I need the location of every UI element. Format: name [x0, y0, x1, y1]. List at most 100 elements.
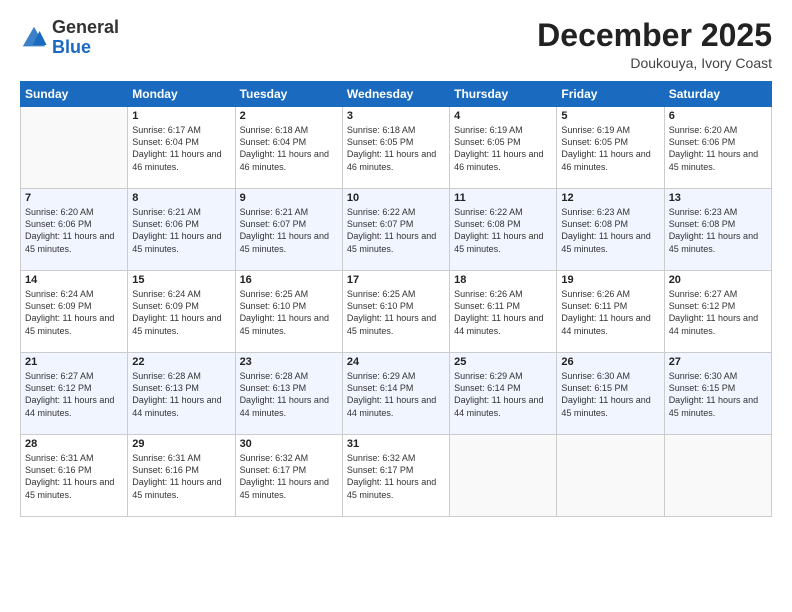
- table-cell: 23 Sunrise: 6:28 AM Sunset: 6:13 PM Dayli…: [235, 353, 342, 435]
- table-cell: 5 Sunrise: 6:19 AM Sunset: 6:05 PM Daylig…: [557, 107, 664, 189]
- cell-info: Sunrise: 6:29 AM Sunset: 6:14 PM Dayligh…: [347, 370, 445, 419]
- day-number: 31: [347, 438, 445, 450]
- page: General Blue December 2025 Doukouya, Ivo…: [0, 0, 792, 612]
- day-number: 2: [240, 110, 338, 122]
- cell-info: Sunrise: 6:32 AM Sunset: 6:17 PM Dayligh…: [240, 452, 338, 501]
- day-number: 9: [240, 192, 338, 204]
- cell-info: Sunrise: 6:18 AM Sunset: 6:05 PM Dayligh…: [347, 124, 445, 173]
- col-tuesday: Tuesday: [235, 82, 342, 107]
- cell-info: Sunrise: 6:22 AM Sunset: 6:08 PM Dayligh…: [454, 206, 552, 255]
- day-number: 25: [454, 356, 552, 368]
- col-friday: Friday: [557, 82, 664, 107]
- day-number: 14: [25, 274, 123, 286]
- calendar-row: 7 Sunrise: 6:20 AM Sunset: 6:06 PM Daylig…: [21, 189, 772, 271]
- cell-info: Sunrise: 6:26 AM Sunset: 6:11 PM Dayligh…: [454, 288, 552, 337]
- logo-icon: [20, 24, 48, 52]
- table-cell: 28 Sunrise: 6:31 AM Sunset: 6:16 PM Dayli…: [21, 435, 128, 517]
- cell-info: Sunrise: 6:19 AM Sunset: 6:05 PM Dayligh…: [454, 124, 552, 173]
- table-cell: 22 Sunrise: 6:28 AM Sunset: 6:13 PM Dayli…: [128, 353, 235, 435]
- table-cell: 6 Sunrise: 6:20 AM Sunset: 6:06 PM Daylig…: [664, 107, 771, 189]
- day-number: 7: [25, 192, 123, 204]
- cell-info: Sunrise: 6:20 AM Sunset: 6:06 PM Dayligh…: [669, 124, 767, 173]
- header-row: Sunday Monday Tuesday Wednesday Thursday…: [21, 82, 772, 107]
- cell-info: Sunrise: 6:20 AM Sunset: 6:06 PM Dayligh…: [25, 206, 123, 255]
- table-cell: 15 Sunrise: 6:24 AM Sunset: 6:09 PM Dayli…: [128, 271, 235, 353]
- table-cell: 31 Sunrise: 6:32 AM Sunset: 6:17 PM Dayli…: [342, 435, 449, 517]
- table-cell: 27Sunrise: 6:30 AM Sunset: 6:15 PM Dayli…: [664, 353, 771, 435]
- day-number: 12: [561, 192, 659, 204]
- cell-info: Sunrise: 6:27 AM Sunset: 6:12 PM Dayligh…: [669, 288, 767, 337]
- cell-info: Sunrise: 6:24 AM Sunset: 6:09 PM Dayligh…: [132, 288, 230, 337]
- day-number: 11: [454, 192, 552, 204]
- day-number: 27: [669, 356, 767, 368]
- cell-info: Sunrise: 6:21 AM Sunset: 6:06 PM Dayligh…: [132, 206, 230, 255]
- day-number: 1: [132, 110, 230, 122]
- cell-info: Sunrise: 6:25 AM Sunset: 6:10 PM Dayligh…: [240, 288, 338, 337]
- day-number: 30: [240, 438, 338, 450]
- cell-info: Sunrise: 6:21 AM Sunset: 6:07 PM Dayligh…: [240, 206, 338, 255]
- table-cell: 20Sunrise: 6:27 AM Sunset: 6:12 PM Dayli…: [664, 271, 771, 353]
- cell-info: Sunrise: 6:19 AM Sunset: 6:05 PM Dayligh…: [561, 124, 659, 173]
- cell-info: Sunrise: 6:23 AM Sunset: 6:08 PM Dayligh…: [669, 206, 767, 255]
- col-wednesday: Wednesday: [342, 82, 449, 107]
- cell-info: Sunrise: 6:23 AM Sunset: 6:08 PM Dayligh…: [561, 206, 659, 255]
- day-number: 26: [561, 356, 659, 368]
- cell-info: Sunrise: 6:31 AM Sunset: 6:16 PM Dayligh…: [132, 452, 230, 501]
- table-cell: 30 Sunrise: 6:32 AM Sunset: 6:17 PM Dayli…: [235, 435, 342, 517]
- cell-info: Sunrise: 6:32 AM Sunset: 6:17 PM Dayligh…: [347, 452, 445, 501]
- day-number: 3: [347, 110, 445, 122]
- day-number: 4: [454, 110, 552, 122]
- title-block: December 2025 Doukouya, Ivory Coast: [537, 18, 772, 71]
- cell-info: Sunrise: 6:30 AM Sunset: 6:15 PM Dayligh…: [561, 370, 659, 419]
- month-title: December 2025: [537, 18, 772, 53]
- cell-info: Sunrise: 6:28 AM Sunset: 6:13 PM Dayligh…: [132, 370, 230, 419]
- location: Doukouya, Ivory Coast: [537, 55, 772, 71]
- day-number: 28: [25, 438, 123, 450]
- cell-info: Sunrise: 6:24 AM Sunset: 6:09 PM Dayligh…: [25, 288, 123, 337]
- day-number: 6: [669, 110, 767, 122]
- cell-info: Sunrise: 6:28 AM Sunset: 6:13 PM Dayligh…: [240, 370, 338, 419]
- cell-info: Sunrise: 6:22 AM Sunset: 6:07 PM Dayligh…: [347, 206, 445, 255]
- table-cell: 29 Sunrise: 6:31 AM Sunset: 6:16 PM Dayli…: [128, 435, 235, 517]
- cell-info: Sunrise: 6:31 AM Sunset: 6:16 PM Dayligh…: [25, 452, 123, 501]
- cell-info: Sunrise: 6:18 AM Sunset: 6:04 PM Dayligh…: [240, 124, 338, 173]
- table-cell: 14 Sunrise: 6:24 AM Sunset: 6:09 PM Dayli…: [21, 271, 128, 353]
- table-cell: 7 Sunrise: 6:20 AM Sunset: 6:06 PM Daylig…: [21, 189, 128, 271]
- calendar-row: 14 Sunrise: 6:24 AM Sunset: 6:09 PM Dayli…: [21, 271, 772, 353]
- table-cell: 12 Sunrise: 6:23 AM Sunset: 6:08 PM Dayli…: [557, 189, 664, 271]
- table-cell: 10 Sunrise: 6:22 AM Sunset: 6:07 PM Dayli…: [342, 189, 449, 271]
- cell-info: Sunrise: 6:17 AM Sunset: 6:04 PM Dayligh…: [132, 124, 230, 173]
- table-cell: [557, 435, 664, 517]
- day-number: 23: [240, 356, 338, 368]
- col-saturday: Saturday: [664, 82, 771, 107]
- cell-info: Sunrise: 6:26 AM Sunset: 6:11 PM Dayligh…: [561, 288, 659, 337]
- calendar-table: Sunday Monday Tuesday Wednesday Thursday…: [20, 81, 772, 517]
- cell-info: Sunrise: 6:25 AM Sunset: 6:10 PM Dayligh…: [347, 288, 445, 337]
- table-cell: 18 Sunrise: 6:26 AM Sunset: 6:11 PM Dayli…: [450, 271, 557, 353]
- table-cell: 9 Sunrise: 6:21 AM Sunset: 6:07 PM Daylig…: [235, 189, 342, 271]
- table-cell: 21 Sunrise: 6:27 AM Sunset: 6:12 PM Dayli…: [21, 353, 128, 435]
- day-number: 15: [132, 274, 230, 286]
- table-cell: 11 Sunrise: 6:22 AM Sunset: 6:08 PM Dayli…: [450, 189, 557, 271]
- calendar-row: 1 Sunrise: 6:17 AM Sunset: 6:04 PM Daylig…: [21, 107, 772, 189]
- day-number: 13: [669, 192, 767, 204]
- cell-info: Sunrise: 6:27 AM Sunset: 6:12 PM Dayligh…: [25, 370, 123, 419]
- col-thursday: Thursday: [450, 82, 557, 107]
- table-cell: 25Sunrise: 6:29 AM Sunset: 6:14 PM Dayli…: [450, 353, 557, 435]
- day-number: 10: [347, 192, 445, 204]
- table-cell: 3 Sunrise: 6:18 AM Sunset: 6:05 PM Daylig…: [342, 107, 449, 189]
- calendar-row: 21 Sunrise: 6:27 AM Sunset: 6:12 PM Dayli…: [21, 353, 772, 435]
- day-number: 22: [132, 356, 230, 368]
- day-number: 29: [132, 438, 230, 450]
- table-cell: 24Sunrise: 6:29 AM Sunset: 6:14 PM Dayli…: [342, 353, 449, 435]
- day-number: 21: [25, 356, 123, 368]
- calendar-row: 28 Sunrise: 6:31 AM Sunset: 6:16 PM Dayli…: [21, 435, 772, 517]
- day-number: 18: [454, 274, 552, 286]
- day-number: 5: [561, 110, 659, 122]
- table-cell: 8Sunrise: 6:21 AM Sunset: 6:06 PM Daylig…: [128, 189, 235, 271]
- table-cell: [450, 435, 557, 517]
- table-cell: 2 Sunrise: 6:18 AM Sunset: 6:04 PM Daylig…: [235, 107, 342, 189]
- logo: General Blue: [20, 18, 119, 58]
- table-cell: 4 Sunrise: 6:19 AM Sunset: 6:05 PM Daylig…: [450, 107, 557, 189]
- table-cell: [21, 107, 128, 189]
